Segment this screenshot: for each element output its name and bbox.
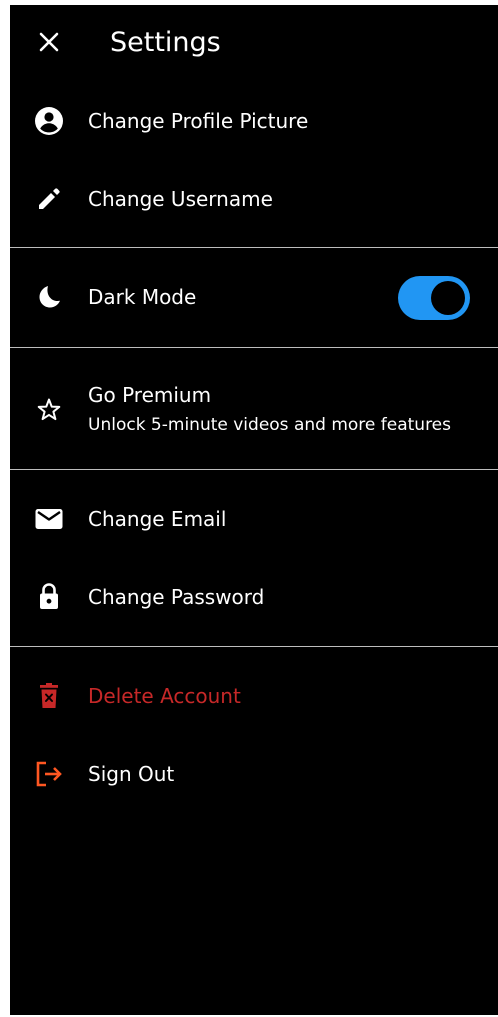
delete-account-item[interactable]: Delete Account <box>10 676 498 716</box>
mail-icon <box>34 504 64 534</box>
change-email-label: Change Email <box>88 507 227 531</box>
change-username-item[interactable]: Change Username <box>10 179 498 219</box>
change-profile-picture-item[interactable]: Change Profile Picture <box>10 101 498 141</box>
change-username-label: Change Username <box>88 187 273 211</box>
divider <box>10 247 498 248</box>
logout-icon <box>34 759 64 789</box>
sign-out-label: Sign Out <box>88 762 175 786</box>
change-profile-picture-label: Change Profile Picture <box>88 109 309 133</box>
settings-header: Settings <box>10 5 498 81</box>
settings-panel: Settings Change Profile Picture Change U… <box>10 5 498 1015</box>
moon-icon <box>34 282 64 312</box>
go-premium-item[interactable]: Go Premium Unlock 5-minute videos and mo… <box>10 377 498 443</box>
go-premium-description: Unlock 5-minute videos and more features <box>88 415 452 435</box>
sign-out-item[interactable]: Sign Out <box>10 754 498 794</box>
divider <box>10 469 498 470</box>
dark-mode-toggle[interactable] <box>398 276 470 320</box>
close-button[interactable] <box>32 25 66 59</box>
delete-account-label: Delete Account <box>88 684 241 708</box>
divider <box>10 646 498 647</box>
divider <box>10 347 498 348</box>
close-icon <box>39 32 59 52</box>
lock-icon <box>34 581 64 611</box>
star-outline-icon <box>34 395 64 425</box>
pencil-icon <box>34 184 64 214</box>
go-premium-label: Go Premium <box>88 383 212 407</box>
trash-icon <box>34 681 64 711</box>
change-email-item[interactable]: Change Email <box>10 499 498 539</box>
account-circle-icon <box>34 106 64 136</box>
change-password-item[interactable]: Change Password <box>10 577 498 617</box>
toggle-knob <box>431 281 465 315</box>
change-password-label: Change Password <box>88 585 265 609</box>
dark-mode-label: Dark Mode <box>88 285 197 309</box>
page-title: Settings <box>110 27 221 58</box>
